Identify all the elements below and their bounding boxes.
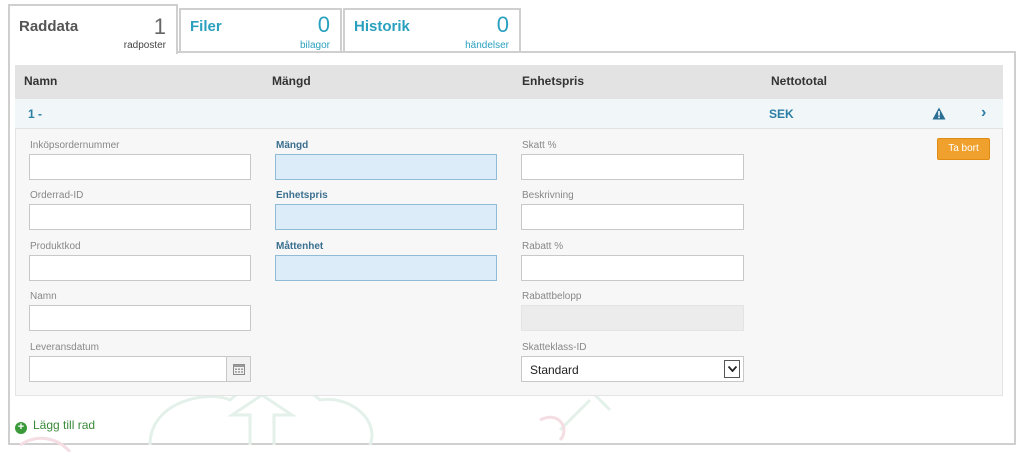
leveransdatum-input[interactable]: [29, 356, 227, 382]
skatteklass-select[interactable]: Standard: [521, 356, 744, 382]
tab-raddata-label: Raddata: [19, 18, 79, 35]
chevron-right-icon[interactable]: ›: [981, 104, 986, 122]
skatteklass-label: Skatteklass-ID: [522, 342, 587, 353]
column-header-mangd: Mängd: [272, 74, 311, 88]
produktkod-label: Produktkod: [30, 241, 81, 252]
beskrivning-label: Beskrivning: [522, 190, 574, 201]
rabatt-label: Rabatt %: [522, 241, 564, 252]
mattenhet-label: Måttenhet: [276, 241, 324, 252]
tab-historik-sub: händelser: [465, 40, 509, 51]
chevron-down-icon[interactable]: [724, 360, 740, 378]
inkopsordernummer-input[interactable]: [29, 154, 251, 180]
delete-row-button[interactable]: Ta bort: [937, 138, 990, 160]
tab-filer-count: 0: [317, 12, 330, 37]
tab-filer-sub: bilagor: [299, 40, 330, 51]
namn-input[interactable]: [29, 305, 251, 331]
skatt-label: Skatt %: [522, 140, 557, 151]
add-row-label: Lägg till rad: [33, 418, 96, 432]
enhetspris-input[interactable]: [275, 204, 497, 230]
mattenhet-input[interactable]: [275, 255, 497, 281]
tab-raddata-sub: radposter: [123, 40, 166, 51]
mangd-label: Mängd: [276, 140, 309, 151]
add-row-link[interactable]: + Lägg till rad: [15, 418, 95, 434]
rabatt-input[interactable]: [521, 255, 744, 281]
produktkod-input[interactable]: [29, 255, 251, 281]
warning-triangle-icon[interactable]: [932, 107, 946, 120]
orderrad-id-input[interactable]: [29, 204, 251, 230]
column-header-nettototal: Nettototal: [771, 74, 827, 88]
table-header: Namn Mängd Enhetspris Nettototal: [15, 65, 1003, 99]
tab-raddata[interactable]: Raddata 1 radposter: [8, 4, 178, 54]
skatt-input[interactable]: [521, 154, 744, 180]
table-row[interactable]: 1 - SEK ›: [15, 99, 1003, 129]
tab-filer[interactable]: Filer 0 bilagor: [179, 8, 342, 51]
plus-circle-icon: +: [15, 422, 27, 434]
mangd-input[interactable]: [275, 154, 497, 180]
beskrivning-input[interactable]: [521, 204, 744, 230]
row-number: 1 -: [28, 107, 43, 121]
tab-historik-label: Historik: [354, 18, 410, 35]
column-header-namn: Namn: [24, 74, 58, 88]
column-header-enhetspris: Enhetspris: [522, 74, 585, 88]
skatteklass-selected-value: Standard: [530, 363, 579, 377]
rabattbelopp-field: [521, 305, 744, 331]
inkopsordernummer-label: Inköpsordernummer: [30, 140, 120, 151]
row-currency: SEK: [769, 107, 794, 121]
tab-raddata-count: 1: [153, 14, 166, 39]
leveransdatum-label: Leveransdatum: [30, 342, 99, 353]
tab-historik-count: 0: [496, 12, 509, 37]
tab-historik[interactable]: Historik 0 händelser: [343, 8, 521, 51]
tab-filer-label: Filer: [190, 18, 222, 35]
orderrad-id-label: Orderrad-ID: [30, 190, 84, 201]
namn-label: Namn: [30, 291, 57, 302]
rabattbelopp-label: Rabattbelopp: [522, 291, 582, 302]
enhetspris-label: Enhetspris: [276, 190, 328, 201]
date-picker-button[interactable]: [226, 356, 251, 382]
calendar-icon: [233, 364, 245, 375]
